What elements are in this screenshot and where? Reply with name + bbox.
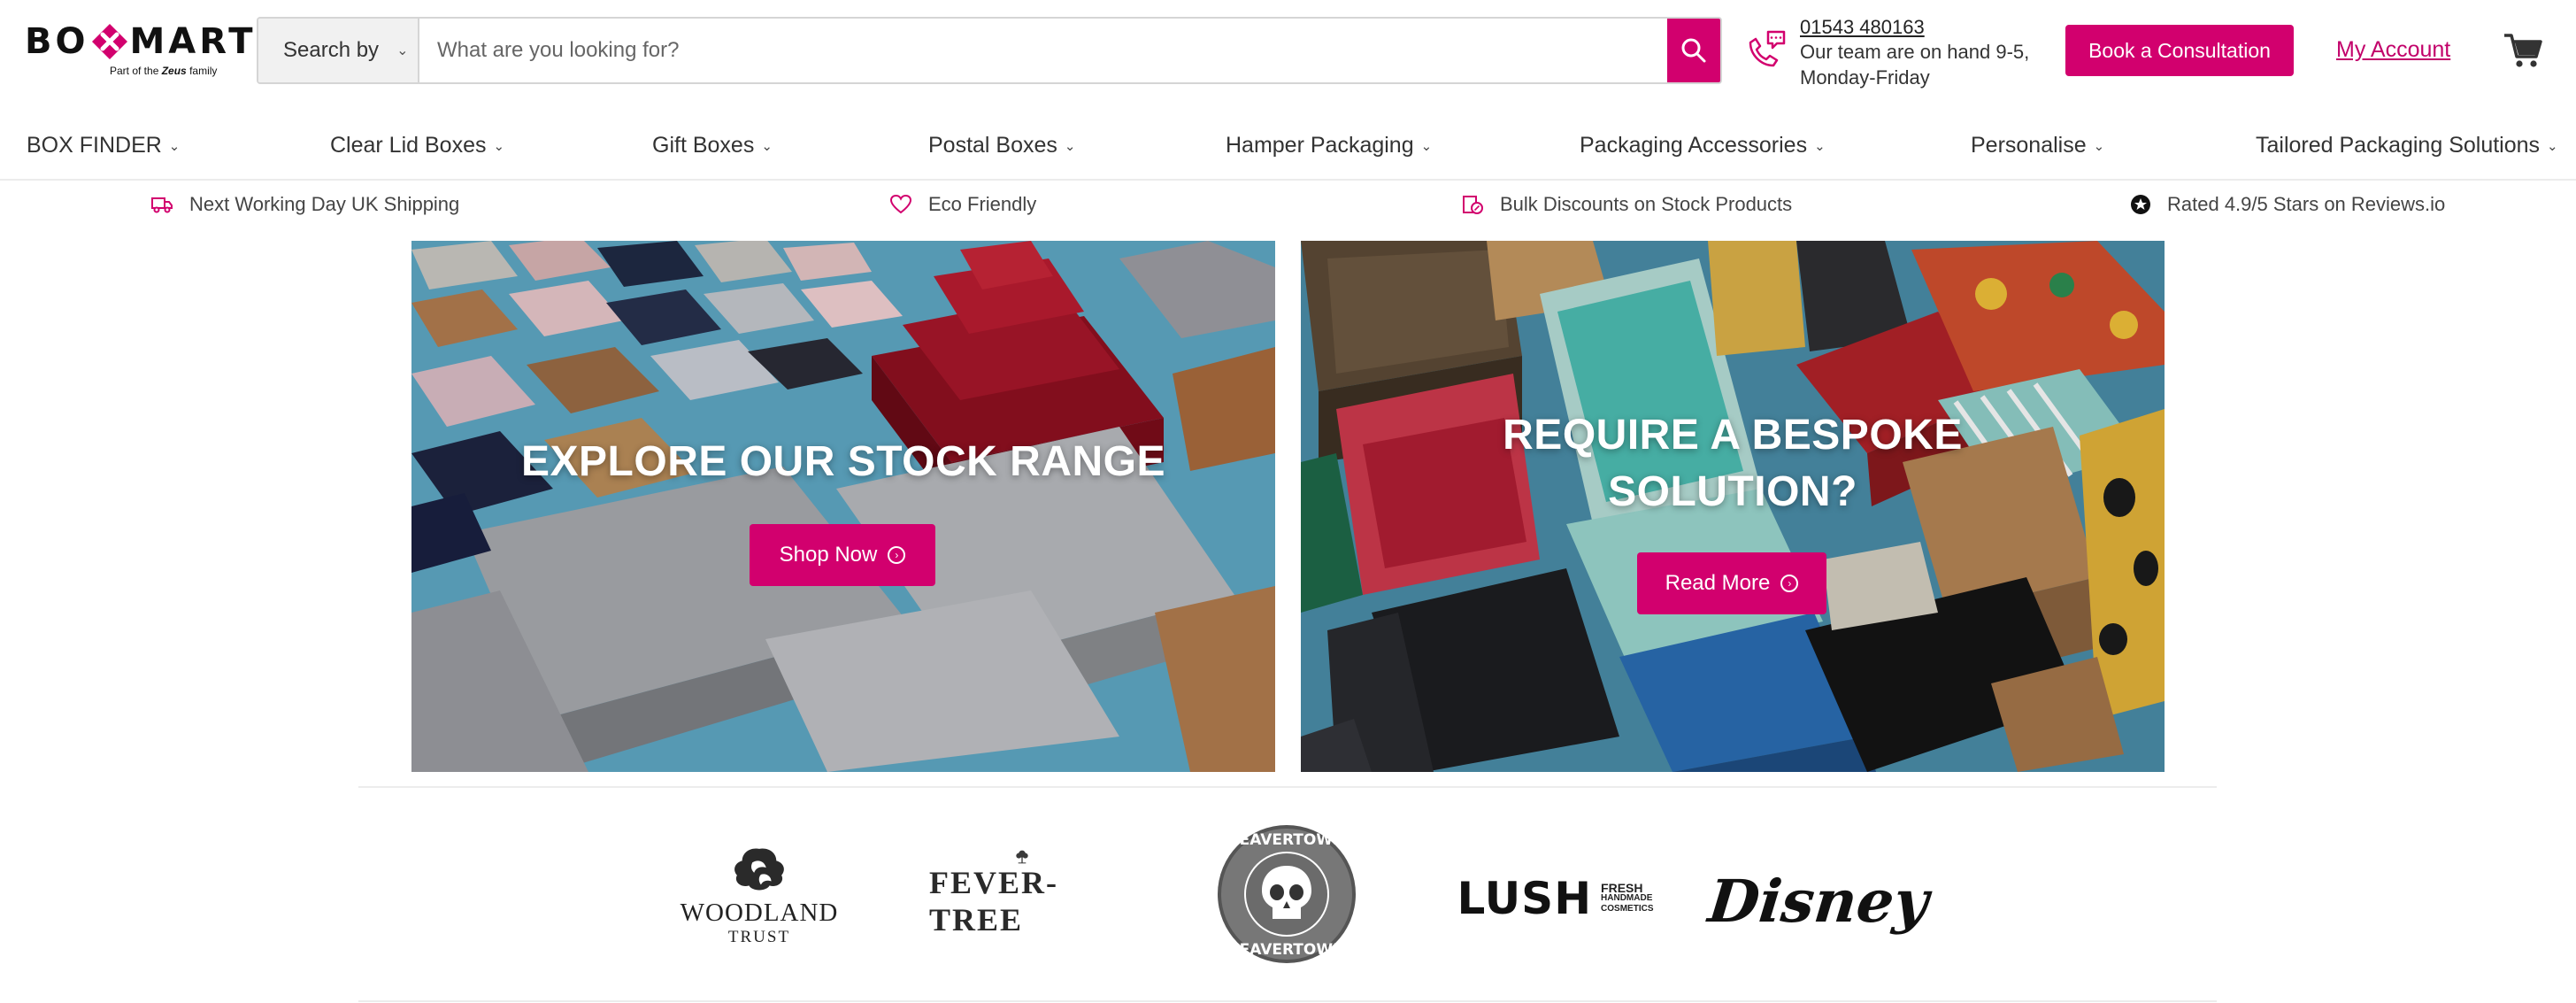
chevron-down-icon: ⌄ bbox=[493, 138, 505, 154]
logo-tagline-prefix: Part of the bbox=[110, 65, 159, 77]
phone-number-link[interactable]: 01543 480163 bbox=[1800, 16, 1925, 39]
logos-bottom-divider bbox=[358, 1000, 2217, 1002]
promo-bespoke-solution[interactable]: REQUIRE A BESPOKE SOLUTION? Read More › bbox=[1301, 241, 2165, 772]
promo-stock-range[interactable]: EXPLORE OUR STOCK RANGE Shop Now › bbox=[411, 241, 1275, 772]
chevron-down-icon: ⌄ bbox=[396, 43, 409, 58]
disney-logo: Disney bbox=[1705, 857, 1932, 945]
nav-item-label: Clear Lid Boxes bbox=[330, 133, 487, 158]
nav-item-tailored-packaging-solutions[interactable]: Tailored Packaging Solutions ⌄ bbox=[2256, 133, 2558, 158]
stock-boxes-image bbox=[411, 241, 1275, 772]
logo-tagline-brand: Zeus bbox=[161, 65, 187, 77]
beavertown-skull-badge-icon: BEAVERTOWN BEAVERTOWN bbox=[1218, 825, 1356, 963]
search-by-label: Search by bbox=[283, 38, 380, 62]
lush-tagline: FRESH HANDMADE COSMETICS bbox=[1601, 881, 1654, 914]
beavertown-logo: BEAVERTOWN BEAVERTOWN bbox=[1216, 823, 1357, 965]
beavertown-ring-text-top: BEAVERTOWN bbox=[1228, 831, 1346, 849]
nav-item-label: Personalise bbox=[1971, 133, 2087, 158]
promo-stock-title: EXPLORE OUR STOCK RANGE bbox=[520, 438, 1166, 485]
benefit-rating: Rated 4.9/5 Stars on Reviews.io bbox=[2130, 193, 2445, 216]
chevron-down-icon: ⌄ bbox=[761, 138, 773, 154]
my-account-link[interactable]: My Account bbox=[2336, 37, 2450, 63]
search-input[interactable] bbox=[419, 19, 1667, 82]
search-by-dropdown[interactable]: Search by ⌄ bbox=[258, 19, 419, 82]
logo-x-icon bbox=[91, 23, 128, 60]
shop-now-button[interactable]: Shop Now › bbox=[750, 524, 935, 586]
promo-bespoke-title-line2: SOLUTION? bbox=[1608, 468, 1857, 515]
promo-bespoke-title-line1: REQUIRE A BESPOKE bbox=[1503, 412, 1963, 459]
read-more-label: Read More bbox=[1665, 571, 1771, 595]
tree-icon bbox=[1016, 850, 1028, 864]
chevron-down-icon: ⌄ bbox=[168, 138, 181, 154]
nav-item-label: Packaging Accessories bbox=[1580, 133, 1808, 158]
arrow-circle-icon: › bbox=[888, 546, 906, 564]
search-bar: Search by ⌄ bbox=[257, 17, 1722, 84]
benefit-shipping: Next Working Day UK Shipping bbox=[150, 193, 459, 216]
benefit-label: Bulk Discounts on Stock Products bbox=[1500, 193, 1793, 215]
boxmart-logo[interactable]: BO MART Part of the Zeus family bbox=[25, 21, 253, 81]
lush-name: LUSH bbox=[1457, 873, 1593, 924]
nav-item-label: Gift Boxes bbox=[652, 133, 755, 158]
nav-item-label: BOX FINDER bbox=[27, 133, 162, 158]
nav-item-personalise[interactable]: Personalise ⌄ bbox=[1971, 133, 2104, 158]
fever-tree-logo: FEVER-TREE bbox=[929, 850, 1115, 938]
woodland-trust-logo: WOODLAND TRUST bbox=[671, 845, 848, 947]
chevron-down-icon: ⌄ bbox=[1814, 138, 1826, 154]
search-button[interactable] bbox=[1667, 19, 1720, 82]
opening-hours: Our team are on hand 9-5, Monday-Friday bbox=[1800, 41, 2030, 89]
nav-item-box-finder[interactable]: BOX FINDER ⌄ bbox=[27, 133, 180, 158]
logo-tagline-suffix: family bbox=[189, 65, 218, 77]
logo-tagline: Part of the Zeus family bbox=[110, 65, 217, 77]
benefit-label: Rated 4.9/5 Stars on Reviews.io bbox=[2167, 193, 2446, 215]
nav-item-gift-boxes[interactable]: Gift Boxes ⌄ bbox=[652, 133, 773, 158]
nav-item-hamper-packaging[interactable]: Hamper Packaging ⌄ bbox=[1226, 133, 1432, 158]
disney-name: Disney bbox=[1705, 867, 1933, 936]
logo-text-right: MART bbox=[129, 21, 257, 62]
chevron-down-icon: ⌄ bbox=[2093, 138, 2105, 154]
chevron-down-icon: ⌄ bbox=[2547, 138, 2558, 154]
benefit-bulk: Bulk Discounts on Stock Products bbox=[1461, 193, 1792, 216]
arrow-circle-icon: › bbox=[1780, 575, 1799, 592]
lush-logo: LUSH FRESH HANDMADE COSMETICS bbox=[1457, 872, 1654, 925]
benefits-strip: Next Working Day UK Shipping Eco Friendl… bbox=[0, 186, 2576, 225]
nav-item-label: Tailored Packaging Solutions bbox=[2256, 133, 2541, 158]
book-consultation-button[interactable]: Book a Consultation bbox=[2065, 25, 2294, 76]
lush-tag-2: HANDMADE bbox=[1601, 893, 1653, 903]
promo-bespoke-title: REQUIRE A BESPOKE SOLUTION? bbox=[1301, 407, 2165, 521]
woodland-trust-emblem-icon bbox=[734, 848, 784, 891]
benefit-label: Eco Friendly bbox=[928, 193, 1037, 215]
benefit-label: Next Working Day UK Shipping bbox=[189, 193, 460, 215]
lush-tag-3: COSMETICS bbox=[1601, 904, 1654, 914]
shop-now-label: Shop Now bbox=[779, 543, 878, 567]
read-more-button[interactable]: Read More › bbox=[1637, 552, 1826, 614]
site-header: BO MART Part of the Zeus family Search b… bbox=[0, 0, 2576, 102]
main-nav: BOX FINDER ⌄ Clear Lid Boxes ⌄ Gift Boxes ⌄… bbox=[0, 122, 2576, 181]
phone-chat-icon bbox=[1749, 30, 1786, 67]
fever-tree-name: FEVER-TREE bbox=[929, 865, 1058, 937]
nav-item-packaging-accessories[interactable]: Packaging Accessories ⌄ bbox=[1580, 133, 1826, 158]
beavertown-ring-text-bottom: BEAVERTOWN bbox=[1228, 941, 1346, 959]
nav-item-label: Postal Boxes bbox=[928, 133, 1057, 158]
nav-item-clear-lid-boxes[interactable]: Clear Lid Boxes ⌄ bbox=[330, 133, 504, 158]
heart-icon bbox=[889, 194, 912, 214]
nav-item-postal-boxes[interactable]: Postal Boxes ⌄ bbox=[928, 133, 1076, 158]
cart-icon[interactable] bbox=[2503, 32, 2543, 69]
chevron-down-icon: ⌄ bbox=[1420, 138, 1433, 154]
nav-item-label: Hamper Packaging bbox=[1226, 133, 1414, 158]
logo-wordmark: BO MART bbox=[25, 21, 253, 62]
lush-tag-1: FRESH bbox=[1601, 881, 1643, 895]
chevron-down-icon: ⌄ bbox=[1064, 138, 1076, 154]
star-badge-icon bbox=[2131, 195, 2150, 214]
truck-icon bbox=[151, 197, 173, 213]
benefit-eco: Eco Friendly bbox=[889, 193, 1036, 216]
contact-info: 01543 480163 Our team are on hand 9-5, M… bbox=[1745, 16, 2046, 90]
discount-box-icon bbox=[1463, 196, 1483, 214]
logos-top-divider bbox=[358, 786, 2217, 788]
woodland-name: WOODLAND bbox=[680, 899, 839, 927]
woodland-sub: TRUST bbox=[727, 928, 791, 946]
logo-text-left: BO bbox=[25, 21, 89, 62]
search-icon bbox=[1681, 38, 1706, 63]
